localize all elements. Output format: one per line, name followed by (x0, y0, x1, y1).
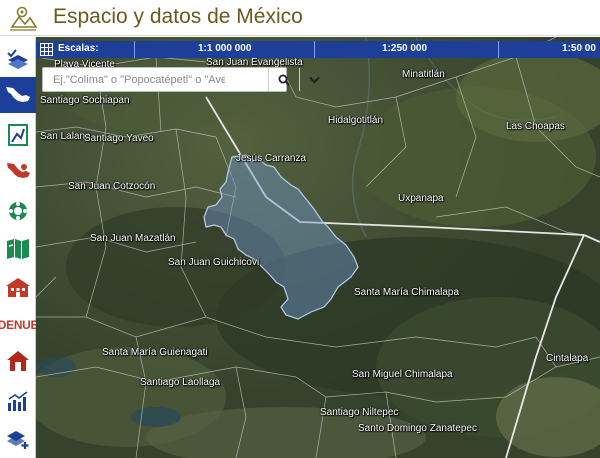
place-label: Santiago Yaveo (84, 133, 154, 144)
search-input[interactable] (43, 68, 225, 91)
scale-separator (314, 41, 315, 58)
place-label: Jesús Carranza (236, 153, 307, 164)
tool-sidebar: DENUE (0, 37, 39, 458)
sidebar-item-mexico-map[interactable] (0, 77, 36, 113)
scale-bar: Escalas: 1:1 000 000 1:250 000 1:50 00 (36, 41, 600, 58)
search-options-button[interactable] (299, 68, 329, 91)
sidebar-item-layers-check[interactable] (0, 41, 36, 77)
grid-icon (40, 43, 53, 56)
place-label: Las Choapas (506, 121, 565, 132)
chevron-down-icon (309, 76, 320, 84)
place-label: Santo Domingo Zanatepec (358, 423, 477, 434)
stats-icon (8, 391, 28, 411)
place-label: Hidalgotitlán (328, 115, 384, 126)
sidebar-item-add-layer[interactable] (0, 421, 36, 457)
map-pin-compass-icon[interactable] (8, 3, 38, 33)
page-title: Espacio y datos de México (53, 5, 303, 28)
place-label: San Juan Cotzocón (68, 181, 156, 192)
sidebar-item-stats[interactable] (0, 383, 36, 419)
ecology-icon (9, 202, 27, 220)
place-label: Cintalapa (546, 353, 589, 364)
sidebar-item-denue[interactable]: DENUE (0, 307, 39, 343)
scale-separator (134, 41, 135, 58)
search-icon (278, 74, 290, 86)
scale-separator (498, 41, 499, 58)
book-map-icon (7, 239, 29, 259)
search-box (42, 67, 320, 92)
place-label: Uxpanapa (398, 193, 444, 204)
place-label: Santiago Niltepec (320, 407, 399, 418)
buildings-icon (6, 278, 30, 297)
place-label: Santa María Guienagati (102, 347, 208, 358)
layers-check-icon (7, 49, 28, 69)
mexico-map-icon (6, 87, 30, 102)
add-layer-icon (7, 431, 29, 449)
place-label: Santiago Sochiapan (40, 95, 130, 106)
place-label: San Juan Guichicovi (168, 257, 260, 268)
scale-label: Escalas: (58, 43, 99, 54)
sidebar-item-road-map[interactable] (0, 117, 36, 153)
sidebar-item-mexico-red[interactable] (0, 153, 36, 189)
scale-option-250k[interactable]: 1:250 000 (382, 43, 427, 54)
place-label: San Miguel Chimalapa (352, 369, 453, 380)
road-map-icon (8, 124, 28, 146)
sidebar-item-ecology[interactable] (0, 193, 36, 229)
place-label: Santiago Laollaga (140, 377, 221, 388)
mexico-red-icon (7, 163, 30, 178)
scale-option-1m[interactable]: 1:1 000 000 (198, 43, 251, 54)
app-header: Espacio y datos de México (0, 0, 600, 36)
map-view[interactable]: Playa Vicente San Juan Evangelista Minat… (36, 37, 600, 458)
place-label: San Juan Mazatlán (90, 233, 176, 244)
home-icon (7, 351, 29, 371)
denue-label: DENUE (0, 318, 39, 332)
place-label: Minatitlán (402, 69, 445, 80)
place-label: Santa María Chimalapa (354, 287, 460, 298)
sidebar-item-book-map[interactable] (0, 231, 36, 267)
sidebar-item-home[interactable] (0, 343, 36, 379)
scale-option-50k[interactable]: 1:50 00 (562, 43, 596, 54)
search-button[interactable] (268, 68, 299, 91)
sidebar-item-buildings[interactable] (0, 269, 36, 305)
